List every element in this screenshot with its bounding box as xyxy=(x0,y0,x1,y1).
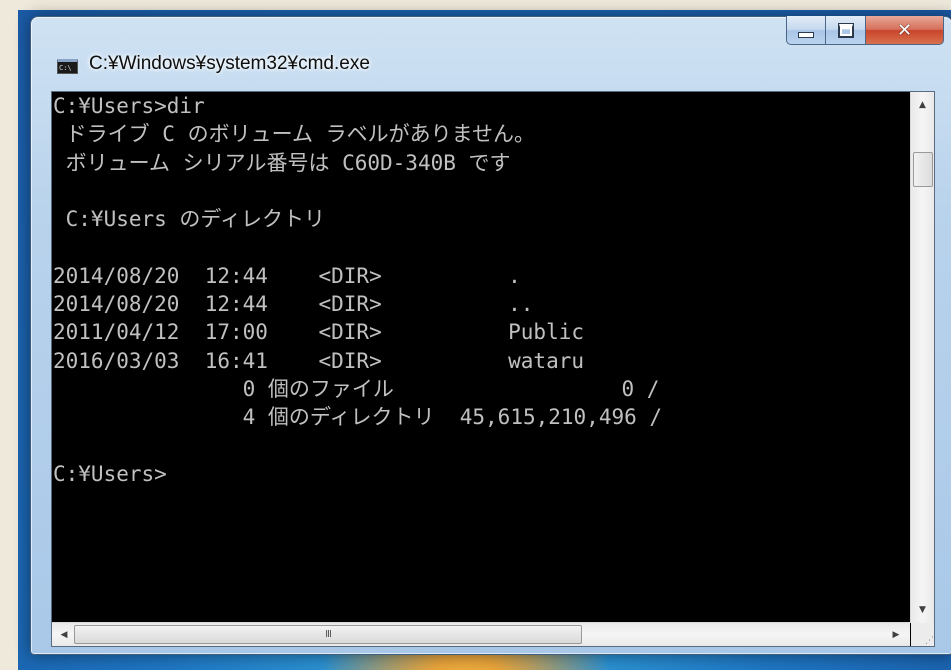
console-line: C:¥Users のディレクトリ xyxy=(53,207,325,232)
maximize-icon xyxy=(837,22,854,38)
horizontal-scroll-thumb[interactable]: III xyxy=(74,625,582,644)
console-line: 2014/08/20 12:44 <DIR> .. xyxy=(53,292,534,317)
console-frame: C:¥Users>dir ドライブ C のボリューム ラベルがありません。 ボリ… xyxy=(51,91,935,647)
console-output[interactable]: C:¥Users>dir ドライブ C のボリューム ラベルがありません。 ボリ… xyxy=(52,92,910,623)
minimize-icon xyxy=(798,32,814,38)
resize-grip-icon[interactable]: ⋰ xyxy=(911,623,934,646)
console-line: C:¥Users>dir xyxy=(53,94,205,118)
grip-icon: III xyxy=(325,629,332,640)
console-line: 2014/08/20 12:44 <DIR> . xyxy=(53,263,521,288)
cmd-icon[interactable]: C:\ xyxy=(57,59,78,74)
console-line: 4 個のディレクトリ 45,615,210,496 / xyxy=(53,405,663,430)
scroll-up-icon[interactable]: ▲ xyxy=(911,94,934,116)
scroll-right-icon[interactable]: ▶ xyxy=(886,623,906,646)
vertical-scrollbar[interactable]: ▲ ▼ xyxy=(910,92,934,623)
scroll-left-icon[interactable]: ◀ xyxy=(54,623,74,646)
console-line: 2011/04/12 17:00 <DIR> Public xyxy=(53,320,585,345)
close-button[interactable]: ✕ xyxy=(866,16,944,45)
scroll-down-icon[interactable]: ▼ xyxy=(911,599,934,621)
minimize-button[interactable] xyxy=(786,16,826,45)
caption-buttons: ✕ xyxy=(786,16,944,47)
console-line: 2016/03/03 16:41 <DIR> wataru xyxy=(53,348,585,373)
title-bar[interactable]: C:\ C:¥Windows¥system32¥cmd.exe ✕ xyxy=(31,16,951,92)
console-line: ボリューム シリアル番号は C60D-340B です xyxy=(53,150,511,175)
window-title: C:¥Windows¥system32¥cmd.exe xyxy=(89,53,370,74)
horizontal-scrollbar[interactable]: ◀ III ▶ xyxy=(52,622,910,646)
cmd-window[interactable]: C:\ C:¥Windows¥system32¥cmd.exe ✕ C:¥Use… xyxy=(30,16,951,655)
close-icon: ✕ xyxy=(896,19,913,41)
vertical-scroll-thumb[interactable] xyxy=(913,152,933,187)
console-line: ドライブ C のボリューム ラベルがありません。 xyxy=(53,122,535,147)
console-line: C:¥Users> xyxy=(53,461,167,486)
maximize-button[interactable] xyxy=(826,16,866,45)
console-line: 0 個のファイル 0 / xyxy=(53,376,660,401)
